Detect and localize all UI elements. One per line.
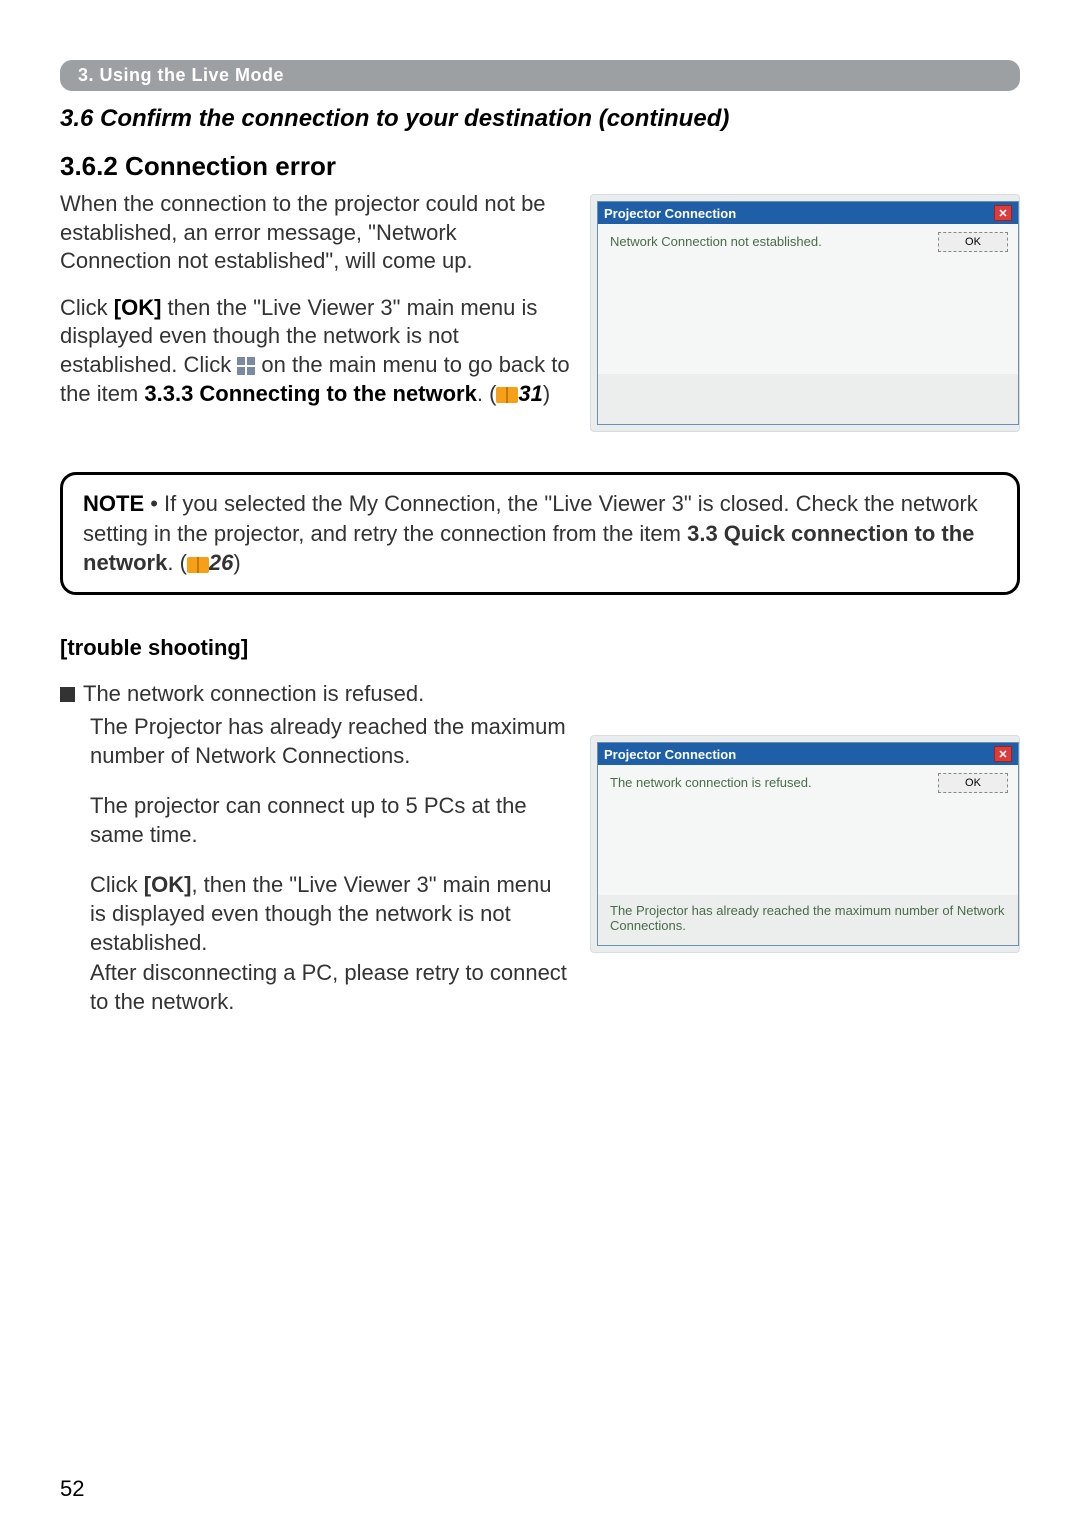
- note-box: NOTE • If you selected the My Connection…: [60, 472, 1020, 595]
- dialog-2-title: Projector Connection: [604, 747, 736, 762]
- dialog-1-title-bar: Projector Connection ✕: [598, 202, 1018, 224]
- dialog-1-footer: [598, 374, 1018, 424]
- grid-icon: [237, 357, 255, 375]
- ts-p2: The projector can connect up to 5 PCs at…: [60, 792, 570, 849]
- page-number: 52: [60, 1476, 84, 1502]
- book-icon: [187, 557, 209, 573]
- bullet-text: The network connection is refused.: [83, 681, 424, 707]
- p2-ref: 31: [518, 381, 542, 406]
- dialog-2-wrap: Projector Connection ✕ The network conne…: [590, 735, 1020, 953]
- ts-p1: The Projector has already reached the ma…: [60, 713, 570, 770]
- p2-close: ): [543, 381, 550, 406]
- note-ref: 26: [209, 550, 233, 575]
- dialog-1: Projector Connection ✕ Network Connectio…: [597, 201, 1019, 425]
- book-icon: [496, 387, 518, 403]
- dialog-1-wrap: Projector Connection ✕ Network Connectio…: [590, 194, 1020, 432]
- troubleshooting-heading: [trouble shooting]: [60, 635, 1020, 661]
- ts-p4: After disconnecting a PC, please retry t…: [60, 959, 570, 1016]
- p2-pre: Click: [60, 295, 114, 320]
- note-label: NOTE: [83, 491, 144, 516]
- dialog-1-ok-button[interactable]: OK: [938, 232, 1008, 252]
- dialog-2-msg: The network connection is refused.: [610, 775, 812, 790]
- close-icon[interactable]: ✕: [994, 746, 1012, 762]
- dialog-2: Projector Connection ✕ The network conne…: [597, 742, 1019, 946]
- note-close: ): [233, 550, 240, 575]
- heading-362: 3.6.2 Connection error: [60, 151, 1020, 182]
- dialog-2-title-bar: Projector Connection ✕: [598, 743, 1018, 765]
- section-subtitle: 3.6 Confirm the connection to your desti…: [60, 105, 1020, 133]
- note-end: . (: [167, 550, 187, 575]
- close-icon[interactable]: ✕: [994, 205, 1012, 221]
- p2-end: . (: [477, 381, 497, 406]
- ts-p3: Click [OK], then the "Live Viewer 3" mai…: [60, 871, 570, 957]
- paragraph-1: When the connection to the projector cou…: [60, 190, 570, 276]
- square-bullet-icon: [60, 687, 75, 702]
- dialog-2-ok-button[interactable]: OK: [938, 773, 1008, 793]
- ts-p3-ok: [OK]: [144, 872, 192, 897]
- ts-p3-pre: Click: [90, 872, 144, 897]
- dialog-2-footer: The Projector has already reached the ma…: [598, 895, 1018, 945]
- dialog-1-title: Projector Connection: [604, 206, 736, 221]
- dialog-1-msg: Network Connection not established.: [610, 234, 822, 249]
- p2-bold2: 3.3.3 Connecting to the network: [144, 381, 476, 406]
- p2-ok: [OK]: [114, 295, 162, 320]
- dialog-1-body: Network Connection not established. OK: [598, 224, 1018, 374]
- section-pill: 3. Using the Live Mode: [60, 60, 1020, 91]
- dialog-2-body: The network connection is refused. OK: [598, 765, 1018, 895]
- paragraph-2: Click [OK] then the "Live Viewer 3" main…: [60, 294, 570, 408]
- bullet-row: The network connection is refused.: [60, 681, 570, 707]
